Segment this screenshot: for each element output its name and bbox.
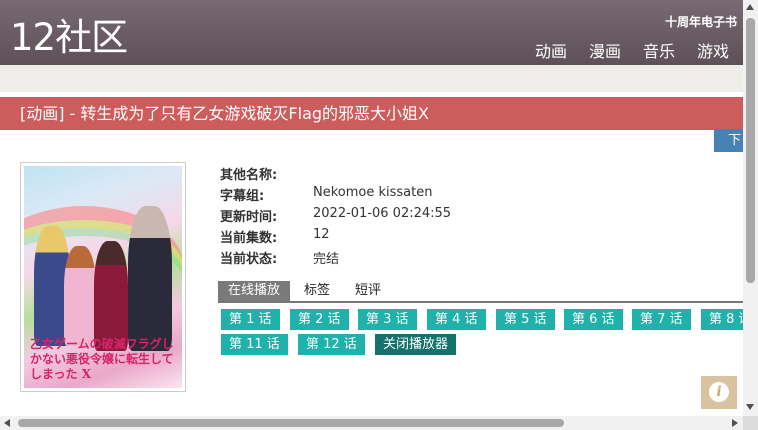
- episode-button-1[interactable]: 第 1 话: [221, 309, 280, 330]
- horizontal-scroll-thumb[interactable]: [18, 419, 564, 427]
- site-header: 12社区 十周年电子书 动画 漫画 音乐 游戏: [0, 0, 743, 65]
- info-button[interactable]: i: [701, 376, 737, 409]
- info-row: 当前集数: 12: [220, 227, 451, 248]
- content-area: [动画] - 转生成为了只有乙女游戏破灭Flag的邪恶大小姐X 下载 乙女ゲーム…: [0, 92, 751, 430]
- poster-art: 乙女ゲームの破滅フラグしかない悪役令嬢に転生してしまった X: [24, 166, 182, 388]
- info-label: 当前集数:: [220, 231, 278, 246]
- sub-bar: [0, 65, 743, 92]
- vertical-scrollbar[interactable]: [743, 0, 758, 416]
- scroll-left-arrow-icon[interactable]: [4, 419, 10, 427]
- episode-button-6[interactable]: 第 6 话: [564, 309, 623, 330]
- info-row: 字幕组: Nekomoe kissaten: [220, 185, 451, 206]
- info-row: 更新时间: 2022-01-06 02:24:55: [220, 206, 451, 227]
- nav-anime[interactable]: 动画: [535, 38, 567, 62]
- episode-button-4[interactable]: 第 4 话: [427, 309, 486, 330]
- info-value: Nekomoe kissaten: [313, 185, 433, 200]
- info-label: 其他名称:: [220, 168, 278, 183]
- vertical-scroll-thumb[interactable]: [746, 18, 755, 283]
- tab-bar: 在线播放 标签 短评: [218, 281, 743, 303]
- episode-button-12[interactable]: 第 12 话: [298, 334, 365, 355]
- horizontal-scrollbar[interactable]: [0, 416, 743, 430]
- info-icon: i: [709, 382, 729, 402]
- episode-button-11[interactable]: 第 11 话: [221, 334, 288, 355]
- scrollbar-corner: [743, 416, 758, 430]
- episode-button-5[interactable]: 第 5 话: [496, 309, 555, 330]
- close-player-button[interactable]: 关闭播放器: [375, 334, 457, 355]
- info-row: 当前状态: 完结: [220, 248, 451, 269]
- nav-manga[interactable]: 漫画: [589, 38, 621, 62]
- download-button[interactable]: 下载: [714, 129, 743, 152]
- main-nav: 动画 漫画 音乐 游戏: [513, 38, 729, 62]
- nav-music[interactable]: 音乐: [643, 38, 675, 62]
- poster-character: [64, 246, 96, 346]
- poster-caption: 乙女ゲームの破滅フラグしかない悪役令嬢に転生してしまった X: [30, 337, 174, 381]
- scroll-up-arrow-icon[interactable]: [746, 4, 754, 10]
- info-value: 12: [313, 227, 330, 242]
- tab-tags[interactable]: 标签: [304, 281, 330, 301]
- page-title: [动画] - 转生成为了只有乙女游戏破灭Flag的邪恶大小姐X: [0, 97, 743, 130]
- info-value: 2022-01-06 02:24:55: [313, 206, 452, 221]
- info-label: 更新时间:: [220, 210, 278, 225]
- info-label: 当前状态:: [220, 252, 278, 267]
- episode-button-7[interactable]: 第 7 话: [632, 309, 691, 330]
- site-logo[interactable]: 12社区: [10, 15, 128, 61]
- scroll-down-arrow-icon[interactable]: [746, 404, 754, 410]
- info-label: 字幕组:: [220, 189, 265, 204]
- episode-button-2[interactable]: 第 2 话: [290, 309, 349, 330]
- info-value: 完结: [313, 252, 340, 267]
- poster-image: 乙女ゲームの破滅フラグしかない悪役令嬢に転生してしまった X: [20, 162, 186, 392]
- poster-character: [128, 206, 172, 351]
- info-panel: 其他名称: 字幕组: Nekomoe kissaten 更新时间: 2022-01-…: [220, 164, 451, 269]
- ebook-link[interactable]: 十周年电子书: [665, 13, 737, 30]
- tab-online-play[interactable]: 在线播放: [218, 281, 291, 301]
- info-row: 其他名称:: [220, 164, 451, 185]
- scroll-right-arrow-icon[interactable]: [732, 419, 738, 427]
- nav-games[interactable]: 游戏: [697, 38, 729, 62]
- poster-character: [94, 241, 128, 351]
- tab-reviews[interactable]: 短评: [355, 281, 381, 301]
- episode-button-3[interactable]: 第 3 话: [358, 309, 417, 330]
